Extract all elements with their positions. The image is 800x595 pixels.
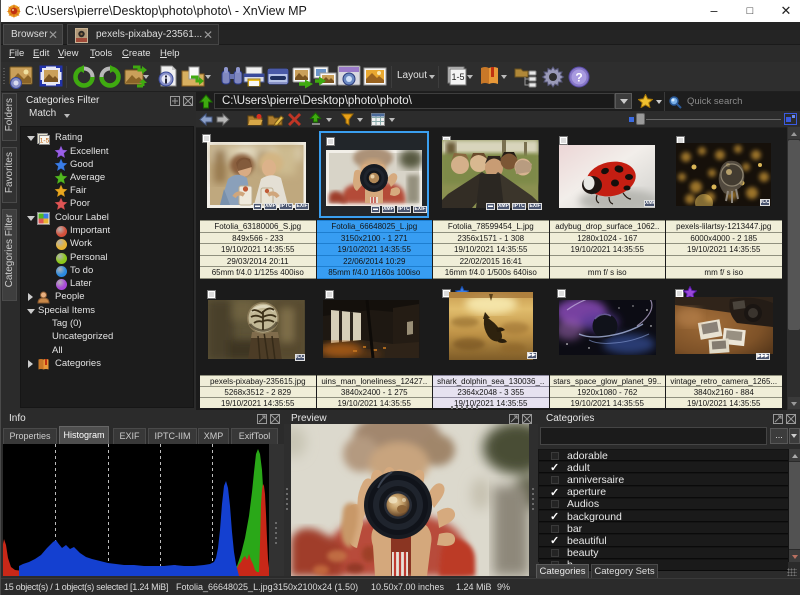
svg-text:1-5: 1-5: [40, 138, 50, 145]
svg-text:1-5: 1-5: [451, 72, 464, 82]
svg-text:?: ?: [575, 71, 582, 85]
